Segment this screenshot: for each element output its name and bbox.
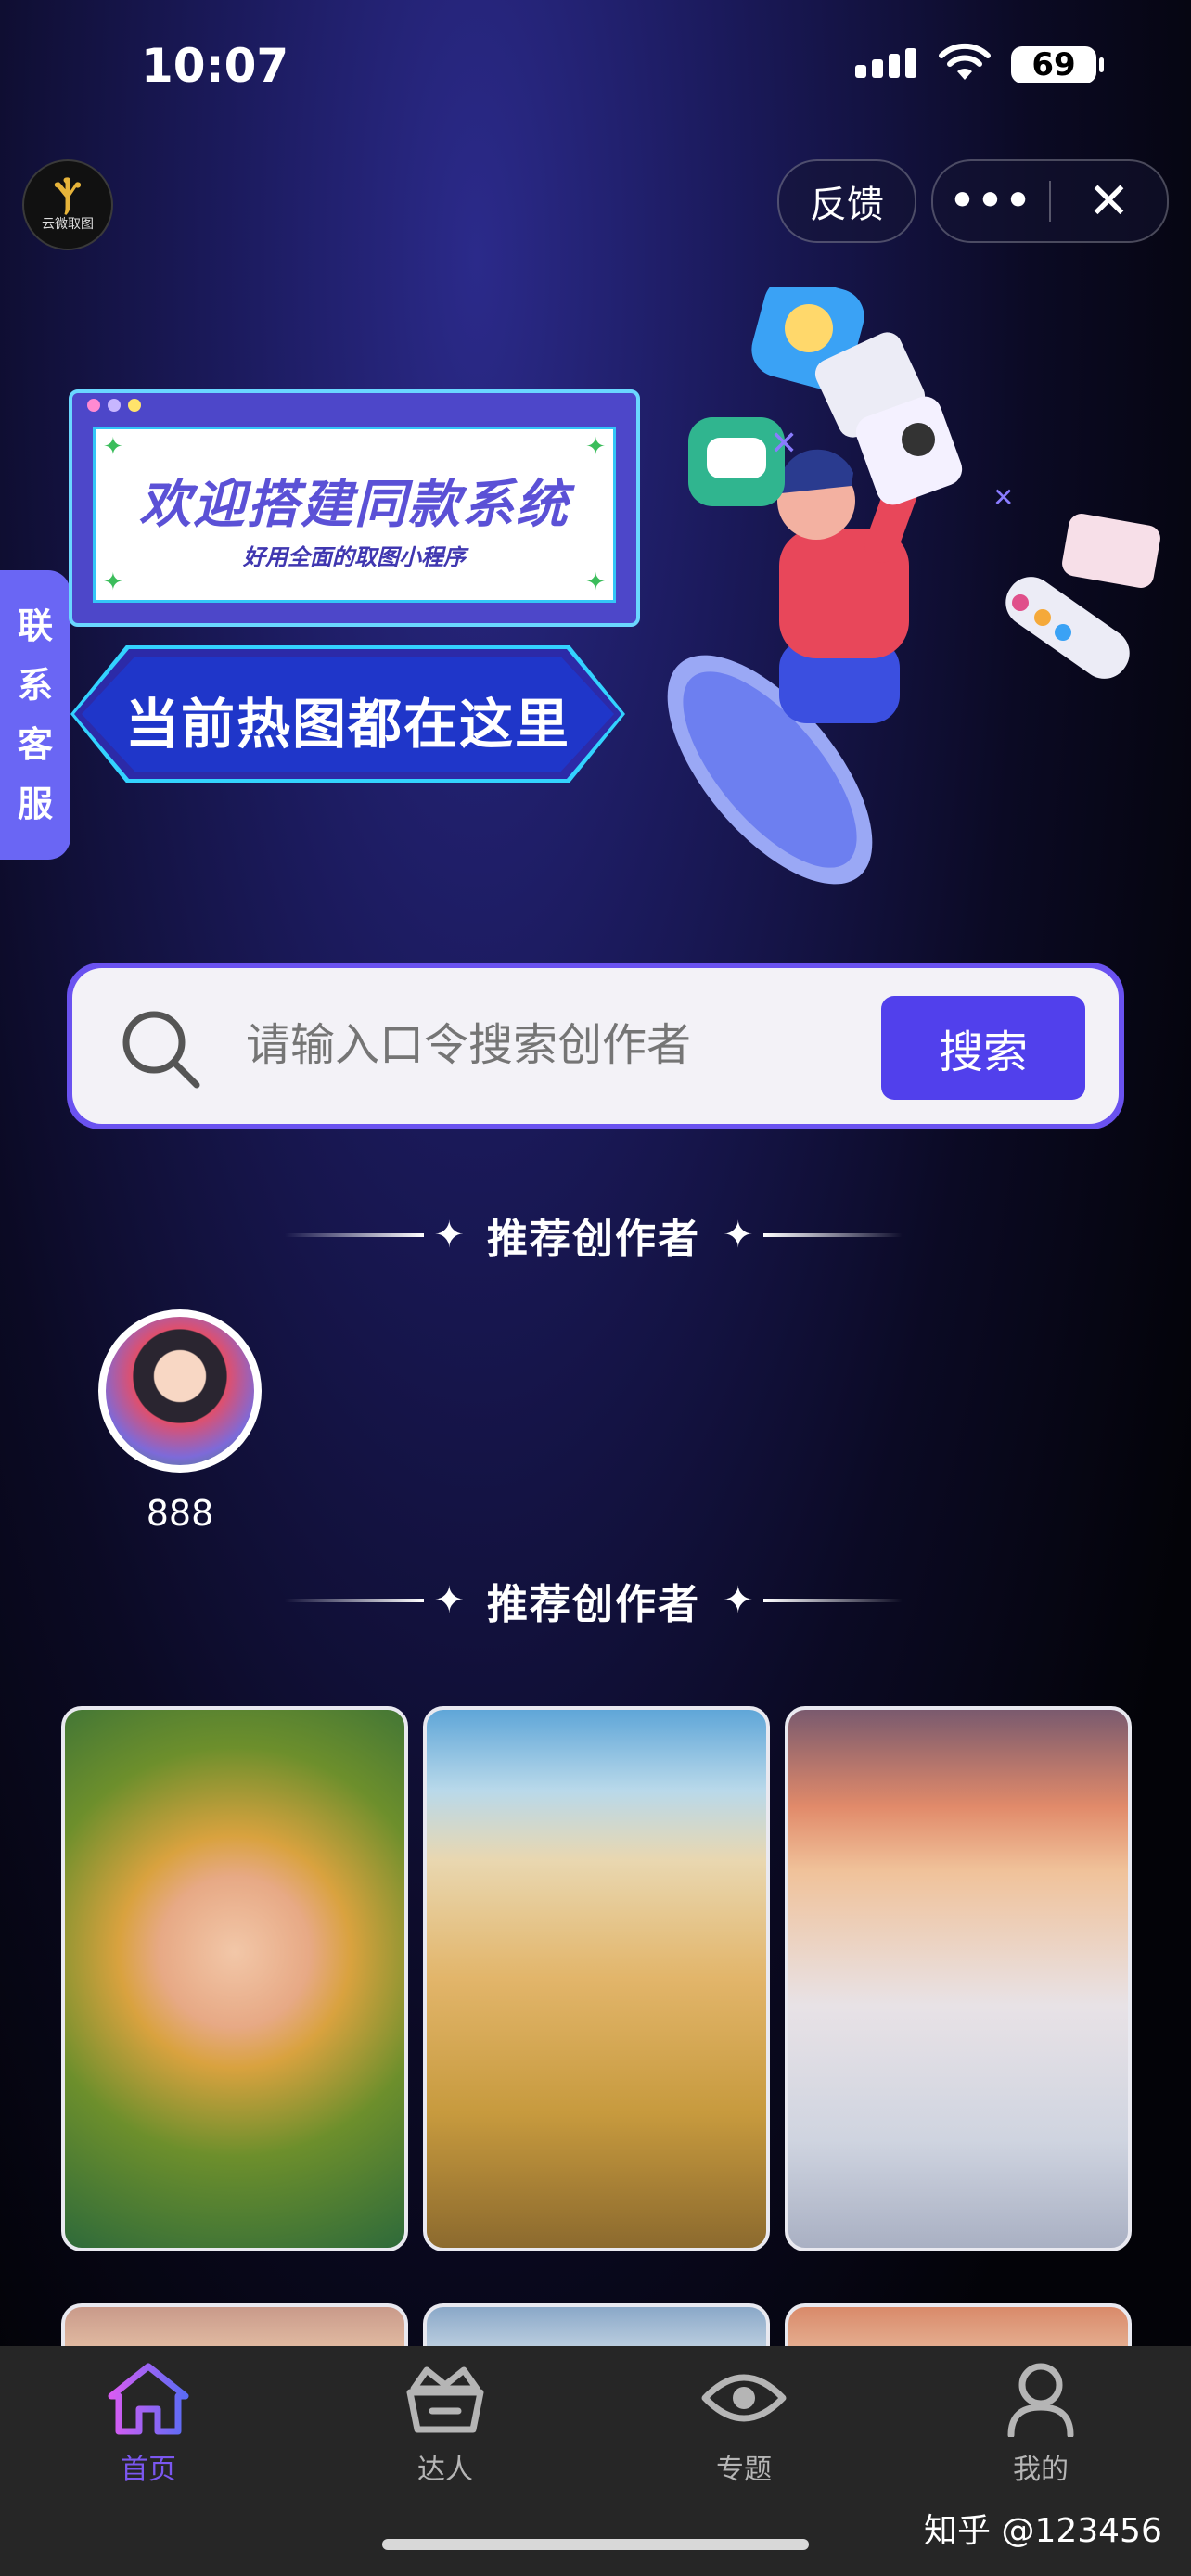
gallery-card-girl-beach-image[interactable] — [423, 1706, 770, 2251]
sparkle-icon: ✦ — [103, 568, 123, 596]
banner-title: 欢迎搭建同款系统 — [139, 475, 570, 535]
creator-name[interactable]: 888 — [98, 1493, 262, 1534]
slogan-text: 当前热图都在这里 — [124, 693, 570, 756]
watermark-text: 知乎 @123456 — [924, 2512, 1162, 2550]
gallery-card-kittens-snow-image[interactable] — [785, 1706, 1132, 2251]
divider-line — [285, 1233, 425, 1237]
divider-line — [762, 1599, 903, 1602]
tab-talent[interactable]: 达人 — [352, 2361, 538, 2487]
tab-home[interactable]: 首页 — [56, 2361, 241, 2487]
welcome-banner[interactable]: ✦ ✦ ✦ ✦ 欢迎搭建同款系统 好用全面的取图小程序 — [69, 389, 640, 627]
avatar-image — [106, 1317, 254, 1465]
tab-label: 专题 — [716, 2454, 772, 2486]
svg-text:✕: ✕ — [770, 425, 798, 463]
sparkle-icon: ✦ — [723, 1214, 754, 1256]
home-icon — [108, 2363, 189, 2435]
status-time: 10:07 — [141, 39, 289, 93]
tab-label: 我的 — [1013, 2454, 1069, 2486]
miniprogram-capsule: ••• ✕ — [931, 159, 1169, 243]
battery-indicator: 69 — [1011, 46, 1104, 83]
svg-text:✕: ✕ — [992, 482, 1014, 513]
divider-line — [285, 1599, 425, 1602]
section-title-recommend: ✦ 推荐创作者 ✦ — [278, 1563, 909, 1638]
section-title-recommend: ✦ 推荐创作者 ✦ — [278, 1198, 909, 1272]
tab-label: 达人 — [417, 2454, 473, 2486]
section-title-text: 推荐创作者 — [487, 1581, 700, 1628]
service-char: 客 — [17, 724, 53, 765]
feedback-button[interactable]: 反馈 — [777, 159, 916, 243]
sparkle-icon: ✦ — [585, 568, 606, 596]
tab-label: 首页 — [121, 2454, 176, 2486]
gallery-card-woman-portrait-image[interactable] — [61, 1706, 408, 2251]
contact-service-tab[interactable]: 联 系 客 服 — [0, 570, 70, 860]
service-char: 联 — [17, 606, 53, 646]
search-button[interactable]: 搜索 — [881, 996, 1085, 1100]
tab-topics[interactable]: 专题 — [651, 2361, 837, 2487]
logo-text: 云微取图 — [42, 217, 94, 232]
close-icon[interactable]: ✕ — [1051, 161, 1167, 241]
slogan-banner[interactable]: 当前热图都在这里 — [70, 645, 625, 783]
more-options-icon[interactable]: ••• — [933, 161, 1049, 241]
search-bar: 搜索 — [67, 963, 1124, 1129]
sparkle-icon: ✦ — [585, 433, 606, 461]
sparkle-icon: ✦ — [103, 433, 123, 461]
user-icon — [1007, 2363, 1074, 2439]
logo-mark-icon: Ⲯ — [54, 174, 82, 217]
wifi-icon — [937, 43, 992, 87]
creator-avatar[interactable] — [98, 1309, 262, 1473]
sparkle-icon: ✦ — [433, 1214, 465, 1256]
search-input[interactable] — [244, 1011, 897, 1079]
sparkle-icon: ✦ — [723, 1579, 754, 1622]
sparkle-icon: ✦ — [433, 1579, 465, 1622]
section-title-text: 推荐创作者 — [487, 1216, 700, 1263]
banner-subtitle: 好用全面的取图小程序 — [243, 544, 466, 570]
tab-mine[interactable]: 我的 — [948, 2361, 1133, 2487]
app-logo[interactable]: Ⲯ 云微取图 — [22, 159, 113, 250]
divider-line — [762, 1233, 903, 1237]
service-char: 系 — [17, 665, 53, 706]
search-icon — [117, 1005, 204, 1096]
service-char: 服 — [17, 784, 53, 824]
eye-icon — [701, 2374, 787, 2422]
snowboarder-illustration: ✕ ✕ — [640, 276, 1169, 918]
home-indicator[interactable] — [382, 2539, 809, 2550]
window-dots-icon — [87, 399, 141, 412]
cellular-signal-icon — [855, 48, 916, 78]
crown-basket-icon — [406, 2366, 484, 2433]
banner-inner-panel: ✦ ✦ ✦ ✦ 欢迎搭建同款系统 好用全面的取图小程序 — [93, 427, 616, 603]
search-bar-inner: 搜索 — [72, 968, 1119, 1124]
